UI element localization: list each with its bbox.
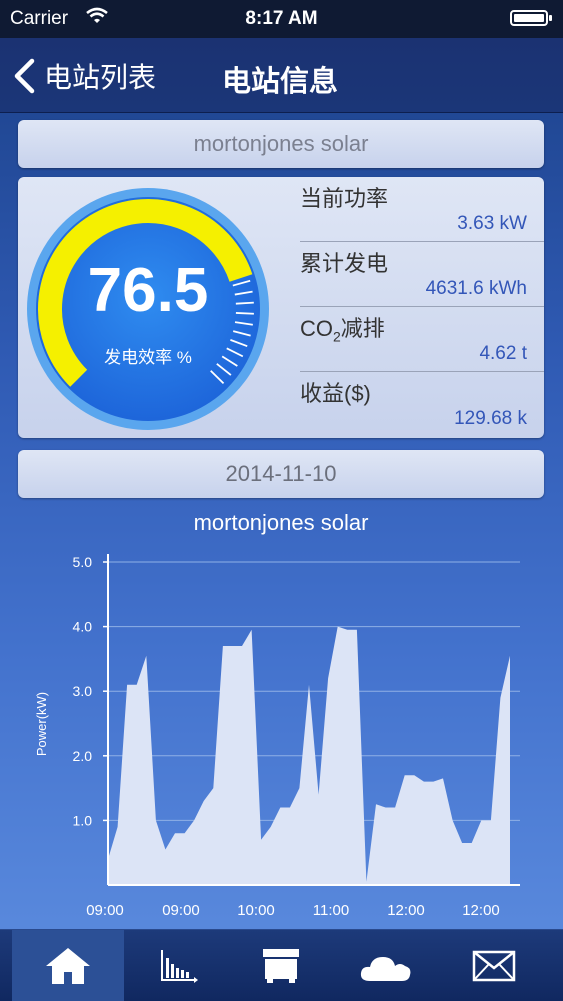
y-axis-label: Power(kW): [34, 692, 49, 756]
station-name: mortonjones solar: [194, 131, 369, 157]
x-tick-label: 12:00: [462, 902, 500, 919]
metric-label: CO2减排: [300, 311, 385, 344]
metric-co2-reduction: CO2减排 4.62 t: [300, 307, 544, 372]
metric-label: 当前功率: [300, 181, 388, 213]
y-tick-label: 2.0: [73, 748, 93, 764]
mail-icon: [472, 950, 516, 982]
weather-icon: [358, 949, 414, 983]
date-label: 2014-11-10: [226, 461, 337, 487]
tab-weather[interactable]: [330, 930, 442, 1001]
metric-label: 累计发电: [300, 246, 388, 278]
chevron-left-icon: [12, 58, 36, 94]
metric-revenue: 收益($) 129.68 k: [300, 372, 544, 437]
metric-value: 4.62 t: [479, 343, 527, 365]
device-icon: [261, 947, 301, 985]
metric-value: 129.68 k: [454, 408, 527, 430]
bar-chart-icon: [160, 948, 200, 984]
tab-device[interactable]: [225, 930, 337, 1001]
efficiency-gauge: 76.5 发电效率 %: [26, 187, 270, 431]
efficiency-value: 76.5: [26, 255, 270, 326]
home-icon: [44, 946, 92, 986]
y-tick-label: 3.0: [73, 683, 93, 699]
back-label: 电站列表: [44, 56, 156, 96]
metric-value: 4631.6 kWh: [426, 278, 527, 300]
x-tick-label: 12:00: [387, 902, 425, 919]
metric-label: 收益($): [300, 376, 371, 408]
co2-subscript: 2: [333, 328, 341, 344]
battery-icon: [510, 10, 548, 26]
date-selector[interactable]: 2014-11-10: [18, 450, 544, 498]
co2-tail: 减排: [341, 316, 385, 341]
x-tick-label: 09:00: [86, 902, 124, 919]
tab-statistics[interactable]: [124, 930, 236, 1001]
metric-current-power: 当前功率 3.63 kW: [300, 177, 544, 242]
station-name-bar: mortonjones solar: [18, 120, 544, 168]
chart-title: mortonjones solar: [194, 510, 369, 535]
clock: 8:17 AM: [0, 8, 563, 30]
tab-home[interactable]: [12, 930, 124, 1001]
y-tick-label: 1.0: [73, 812, 93, 828]
page-title: 电站信息: [222, 58, 338, 100]
x-tick-label: 11:00: [313, 902, 349, 919]
y-tick-label: 5.0: [73, 554, 93, 570]
x-tick-label: 10:00: [237, 902, 275, 919]
tab-bar: [0, 929, 563, 1001]
tab-messages[interactable]: [438, 930, 550, 1001]
efficiency-label: 发电效率 %: [26, 343, 270, 368]
co2-text: CO: [300, 316, 333, 341]
y-tick-label: 4.0: [73, 619, 93, 635]
navigation-bar: 电站列表 电站信息: [0, 38, 563, 113]
power-chart-svg: mortonjones solar 5.0 4.0 3.0 2.0 1.0 09:00 09:…: [0, 500, 563, 925]
x-tick-label: 09:00: [162, 902, 200, 919]
back-button[interactable]: 电站列表: [12, 56, 156, 96]
metric-value: 3.63 kW: [457, 213, 527, 235]
metric-total-generation: 累计发电 4631.6 kWh: [300, 242, 544, 307]
station-info-panel: 76.5 发电效率 % 当前功率 3.63 kW 累计发电 4631.6 kWh…: [18, 177, 544, 438]
status-bar: Carrier 8:17 AM: [0, 0, 563, 38]
power-chart: mortonjones solar 5.0 4.0 3.0 2.0 1.0 09:00 09:…: [0, 500, 563, 925]
